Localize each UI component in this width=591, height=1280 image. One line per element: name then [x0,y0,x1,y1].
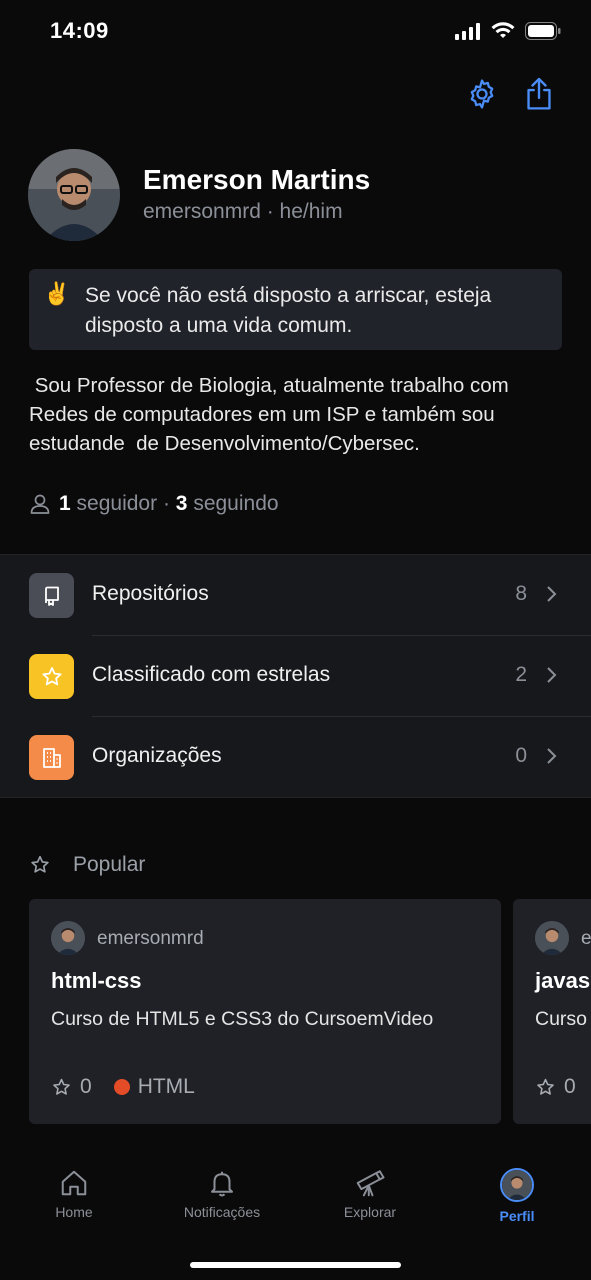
menu-count: 0 [515,744,527,767]
menu-label: Classificado com estrelas [92,663,331,686]
tab-label: Perfil [499,1208,535,1224]
tab-notifications[interactable]: Notificações [148,1168,296,1220]
language-color-dot [113,1079,130,1095]
card-meta: 0 [535,1075,576,1099]
profile-avatar[interactable] [28,149,120,241]
card-title: javas [535,968,591,993]
star-icon-tile [29,654,74,699]
avatar [51,921,85,955]
profile-bio: Sou Professor de Biologia, atualmente tr… [29,374,515,455]
status-text: Se você não está disposto a arriscar, es… [85,284,492,337]
home-indicator[interactable] [190,1262,401,1268]
status-emoji: ✌️ [43,281,71,306]
share-button[interactable] [519,74,559,114]
menu-label: Organizações [92,744,222,767]
repo-icon [44,586,59,606]
telescope-icon [356,1170,385,1197]
follow-separator: · [162,492,170,515]
chevron-right-icon [547,586,557,602]
menu-count: 2 [515,663,527,686]
signal-icon [455,23,480,40]
followers-label: seguidor [76,492,158,515]
tab-label: Home [55,1204,93,1220]
person-icon [30,494,50,514]
popular-heading: Popular [29,853,145,877]
star-icon [31,855,49,873]
followers-count: 1 [59,492,71,515]
organization-icon [42,747,61,768]
profile-name: Emerson Martins [143,164,371,195]
tab-bar: Home Notificações Explorar Perfil [0,1150,591,1280]
popular-title: Popular [73,853,146,876]
settings-button[interactable] [462,74,502,114]
profile-status[interactable]: ✌️ Se você não está disposto a arriscar,… [29,269,562,350]
menu-item-starred[interactable]: Classificado com estrelas 2 [0,636,591,716]
tab-label: Notificações [183,1204,261,1220]
repo-card[interactable]: emersonmrd html-css Curso de HTML5 e CSS… [29,899,501,1124]
profile-menu: Repositórios 8 Classificado com estrelas… [0,554,591,798]
star-icon [53,1078,70,1095]
chevron-right-icon [547,748,557,764]
avatar [500,1168,534,1202]
battery-icon [525,22,561,40]
repo-icon-tile [29,573,74,618]
wifi-icon [491,22,515,38]
star-icon [42,666,61,685]
tab-label: Explorar [343,1204,397,1220]
card-title: html-css [51,968,142,993]
card-stars: 0 [80,1075,92,1098]
menu-count: 8 [515,582,527,605]
menu-item-organizations[interactable]: Organizações 0 [0,717,591,797]
avatar [535,921,569,955]
menu-label: Repositórios [92,582,209,605]
following-label: seguindo [193,492,279,515]
card-description: Curso de HTML5 e CSS3 do CursoemVideo [51,1008,434,1030]
gear-icon [470,79,494,109]
tab-profile[interactable]: Perfil [443,1168,591,1224]
tab-home[interactable]: Home [0,1168,148,1220]
card-owner: e [581,928,591,949]
bell-icon [211,1171,233,1197]
card-stars: 0 [564,1075,576,1098]
card-owner: emersonmrd [97,928,204,949]
avatar [28,149,120,241]
follow-stats[interactable]: 1 seguidor · 3 seguindo [29,492,279,516]
card-language: HTML [137,1075,195,1098]
menu-item-repositories[interactable]: Repositórios 8 [0,555,591,635]
chevron-right-icon [547,667,557,683]
organization-icon-tile [29,735,74,780]
repo-card[interactable]: e javas Curso 0 [513,899,591,1124]
share-icon [527,77,551,110]
tab-explore[interactable]: Explorar [296,1168,444,1220]
home-icon [61,1170,87,1196]
card-description: Curso [535,1008,588,1030]
following-count: 3 [175,492,188,515]
status-indicators [455,22,561,40]
star-icon [537,1078,554,1095]
card-meta: 0 HTML [51,1075,195,1099]
status-time: 14:09 [50,18,109,43]
profile-handle: emersonmrd · he/him [143,200,343,223]
